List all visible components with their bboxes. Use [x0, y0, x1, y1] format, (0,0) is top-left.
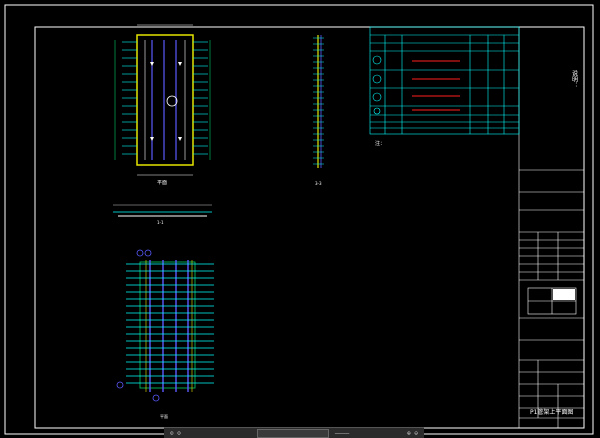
status-middle: ————	[334, 429, 350, 437]
section-mark: 1-1	[157, 220, 164, 225]
status-bar[interactable]: ⊙ ⊙ ———— ⊕ ⊖	[164, 427, 424, 438]
plan-view	[114, 24, 211, 176]
table-item-markers	[372, 55, 382, 115]
table-note: 注：	[375, 140, 385, 147]
side-elevation	[313, 35, 324, 168]
inner-frame	[34, 26, 585, 429]
vertical-note: 说明：	[571, 69, 578, 88]
drawing-name: P1管架上平面图	[530, 408, 573, 416]
rebar-table	[369, 26, 520, 135]
side-mark: 3-3	[315, 181, 322, 186]
status-right-controls[interactable]: ⊕ ⊖	[407, 430, 418, 437]
outer-frame	[4, 4, 594, 435]
rebar-plan	[116, 249, 214, 402]
table-rebar-shapes	[412, 60, 460, 111]
plan-mark: 平面	[157, 180, 167, 186]
status-field[interactable]	[256, 428, 329, 438]
section-view	[113, 204, 212, 217]
bottom-mark: 平面	[160, 414, 168, 419]
stamp-fill	[553, 289, 575, 300]
cad-drawing-canvas[interactable]: 说明： P1管架上平面图 注： 平面 3-3 1-1 平面	[0, 0, 600, 438]
zoom-controls[interactable]: ⊙ ⊙	[170, 430, 181, 437]
